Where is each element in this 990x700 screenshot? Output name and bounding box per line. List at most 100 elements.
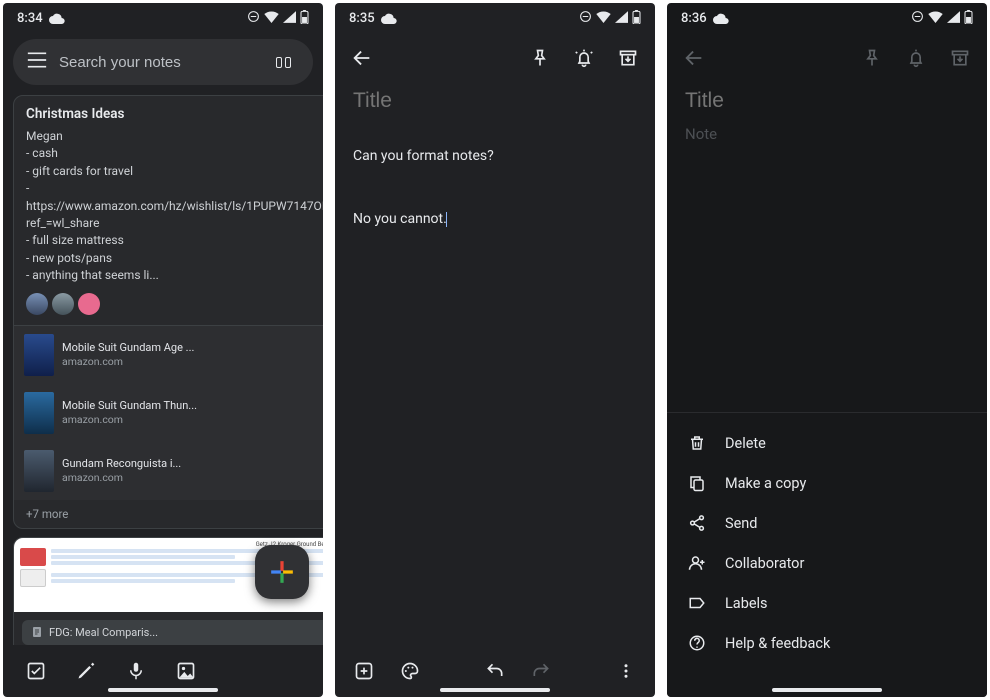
- doc-icon: [30, 626, 43, 639]
- link-title: Gundam Reconguista i...: [62, 457, 323, 471]
- link-title: Mobile Suit Gundam Thun...: [62, 399, 323, 413]
- menu-collaborator[interactable]: Collaborator: [667, 543, 987, 583]
- menu-help[interactable]: Help & feedback: [667, 623, 987, 663]
- status-bar: 8:34: [3, 3, 323, 33]
- battery-icon: [300, 10, 309, 27]
- link-source: amazon.com: [62, 413, 323, 426]
- text-cursor: [446, 212, 447, 227]
- phone-note-menu: 8:36 Note Delete Make a copy Se: [667, 3, 987, 697]
- battery-icon: [632, 10, 641, 27]
- new-image-button[interactable]: [175, 660, 197, 682]
- new-note-fab[interactable]: [255, 545, 309, 599]
- back-button[interactable]: [347, 43, 377, 73]
- more-links[interactable]: +7 more: [14, 500, 323, 528]
- archive-button[interactable]: [945, 43, 975, 73]
- share-icon: [687, 514, 707, 532]
- note-label-pill: FDG: Meal Comparis...: [22, 620, 323, 645]
- notes-grid: Christmas Ideas Megan - cash - gift card…: [3, 95, 323, 645]
- pin-button[interactable]: [857, 43, 887, 73]
- note-placeholder[interactable]: Note: [685, 125, 969, 143]
- note-title: Christmas Ideas: [26, 106, 323, 122]
- home-indicator[interactable]: [108, 688, 218, 692]
- undo-button[interactable]: [480, 656, 510, 686]
- color-palette-button[interactable]: [395, 656, 425, 686]
- plus-multicolor-icon: [269, 559, 295, 585]
- link-thumbnail: [24, 334, 54, 376]
- menu-label: Send: [725, 515, 757, 532]
- hamburger-icon[interactable]: [27, 52, 47, 72]
- wifi-icon: [264, 11, 279, 26]
- label-icon: [687, 594, 707, 612]
- link-source: amazon.com: [62, 355, 323, 368]
- search-bar[interactable]: [13, 39, 313, 85]
- editor-toolbar: [335, 33, 655, 83]
- menu-send[interactable]: Send: [667, 503, 987, 543]
- view-toggle-button[interactable]: [270, 57, 297, 68]
- archive-button[interactable]: [613, 43, 643, 73]
- editor-body[interactable]: Can you format notes? No you cannot.: [335, 83, 655, 645]
- cloud-icon: [381, 12, 397, 24]
- bottom-sheet-menu: Delete Make a copy Send Collaborator Lab…: [667, 412, 987, 697]
- status-time: 8:35: [349, 11, 375, 26]
- pin-button[interactable]: [525, 43, 555, 73]
- link-preview[interactable]: Gundam Reconguista i... amazon.com: [14, 442, 323, 500]
- do-not-disturb-icon: [579, 10, 592, 26]
- link-preview[interactable]: Mobile Suit Gundam Age ... amazon.com: [14, 326, 323, 384]
- note-card-christmas[interactable]: Christmas Ideas Megan - cash - gift card…: [13, 95, 323, 529]
- collaborator-avatar: [26, 293, 48, 315]
- signal-icon: [947, 11, 960, 26]
- status-time: 8:36: [681, 11, 707, 26]
- note-title-input[interactable]: [353, 89, 637, 113]
- new-checklist-button[interactable]: [25, 660, 47, 682]
- collaborators-row: [26, 293, 323, 315]
- person-add-icon: [687, 554, 707, 572]
- pill-label: FDG: Meal Comparis...: [49, 626, 158, 639]
- phone-note-editor: 8:35 Can you format notes? No you cannot…: [335, 3, 655, 697]
- collaborator-avatar: [52, 293, 74, 315]
- note-title-input[interactable]: [685, 89, 969, 113]
- status-icons: [911, 10, 973, 27]
- do-not-disturb-icon: [247, 10, 260, 26]
- link-thumbnail: [24, 450, 54, 492]
- reminder-button[interactable]: [901, 43, 931, 73]
- menu-label: Collaborator: [725, 555, 804, 572]
- menu-label: Labels: [725, 595, 768, 612]
- status-icons: [579, 10, 641, 27]
- link-preview[interactable]: Mobile Suit Gundam Thun... amazon.com: [14, 384, 323, 442]
- status-bar: 8:36: [667, 3, 987, 33]
- menu-label: Make a copy: [725, 475, 806, 492]
- phone-notes-grid: 8:34 Christmas Ideas: [3, 3, 323, 697]
- menu-labels[interactable]: Labels: [667, 583, 987, 623]
- link-title: Mobile Suit Gundam Age ...: [62, 341, 323, 355]
- cloud-icon: [713, 12, 729, 24]
- search-input[interactable]: [59, 54, 258, 71]
- add-content-button[interactable]: [349, 656, 379, 686]
- signal-icon: [283, 11, 296, 26]
- status-time: 8:34: [17, 11, 43, 26]
- link-thumbnail: [24, 392, 54, 434]
- wifi-icon: [928, 11, 943, 26]
- new-audio-button[interactable]: [125, 660, 147, 682]
- editor-toolbar: [667, 33, 987, 83]
- battery-icon: [964, 10, 973, 27]
- copy-icon: [687, 474, 707, 492]
- home-indicator[interactable]: [772, 688, 882, 692]
- more-button[interactable]: [611, 656, 641, 686]
- new-drawing-button[interactable]: [75, 660, 97, 682]
- menu-label: Help & feedback: [725, 635, 830, 652]
- note-content[interactable]: Can you format notes? No you cannot.: [353, 125, 637, 230]
- home-indicator[interactable]: [440, 688, 550, 692]
- back-button[interactable]: [679, 43, 709, 73]
- menu-label: Delete: [725, 435, 766, 452]
- reminder-button[interactable]: [569, 43, 599, 73]
- collaborator-avatar: [78, 293, 100, 315]
- menu-copy[interactable]: Make a copy: [667, 463, 987, 503]
- menu-delete[interactable]: Delete: [667, 423, 987, 463]
- status-bar: 8:35: [335, 3, 655, 33]
- account-avatar[interactable]: [309, 47, 313, 77]
- note-body: Megan - cash - gift cards for travel -ht…: [26, 128, 323, 285]
- trash-icon: [687, 434, 707, 452]
- wifi-icon: [596, 11, 611, 26]
- redo-button[interactable]: [526, 656, 556, 686]
- cloud-icon: [49, 12, 65, 24]
